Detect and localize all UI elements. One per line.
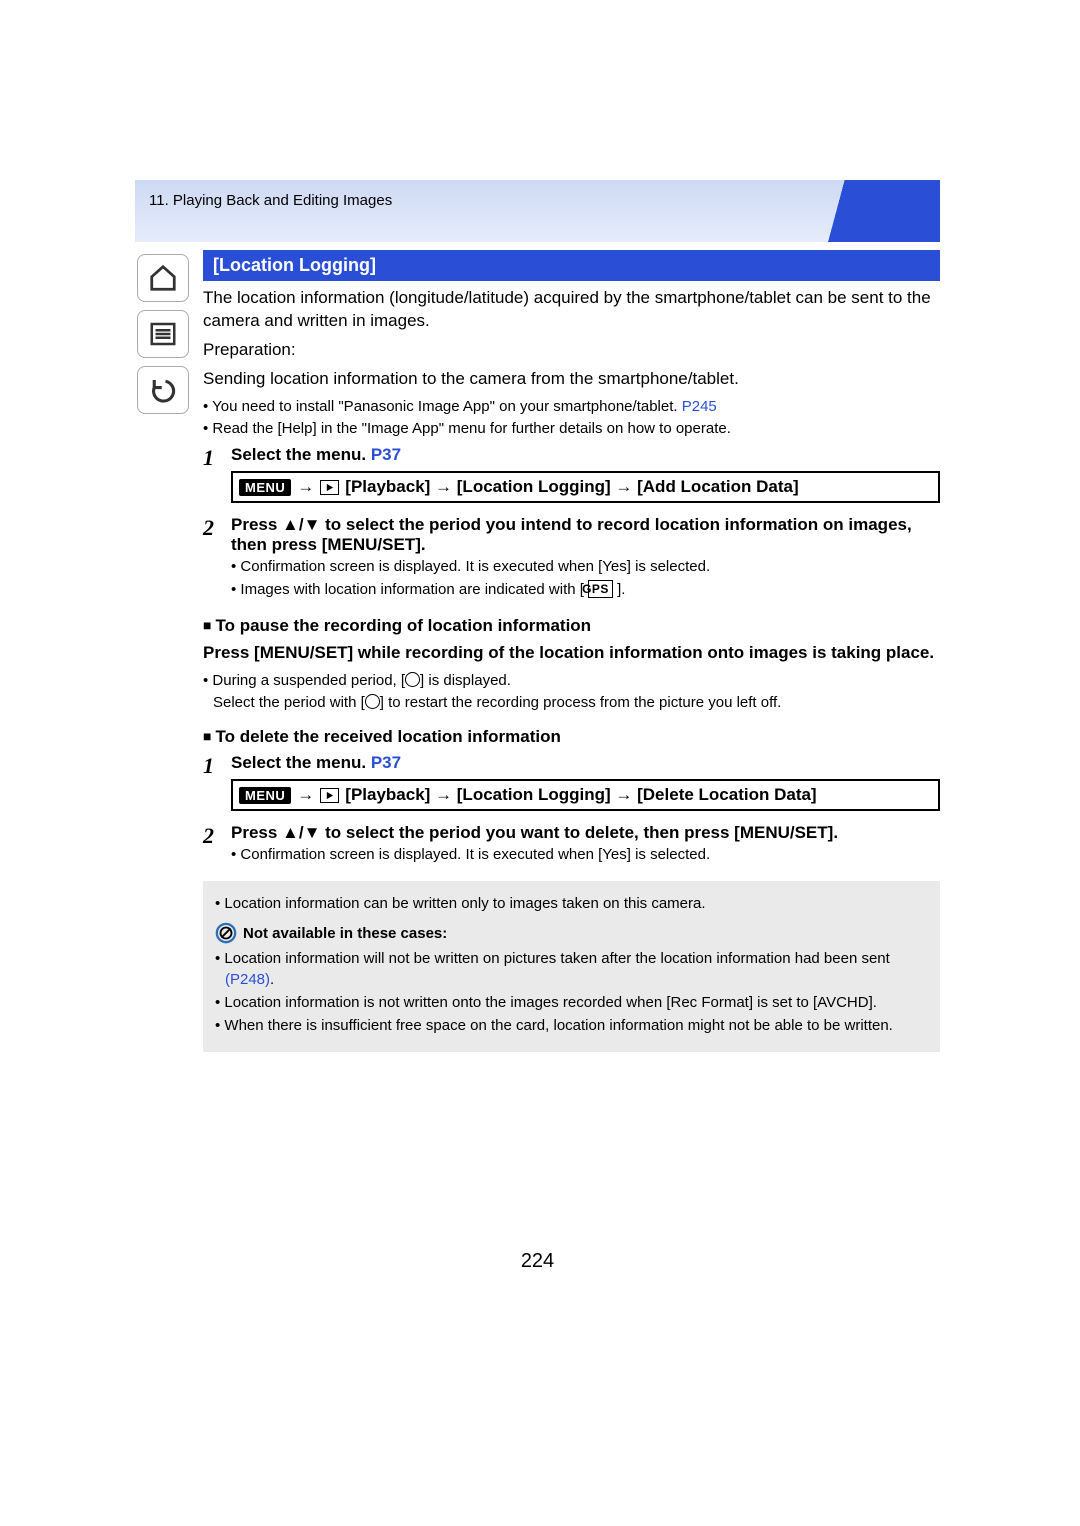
step-sub: • Confirmation screen is displayed. It i… <box>231 845 940 865</box>
note-line: • Location information will not be writt… <box>215 948 928 990</box>
playback-icon <box>320 480 339 495</box>
page-link[interactable]: P37 <box>371 753 401 772</box>
circle-icon <box>405 672 420 687</box>
subsection-heading: ■To pause the recording of location info… <box>203 616 940 636</box>
menu-path-text: [Playback] → [Location Logging] → [Add L… <box>345 477 798 497</box>
menu-badge: MENU <box>239 479 291 496</box>
prep-bullet: • You need to install "Panasonic Image A… <box>203 397 940 417</box>
menu-badge: MENU <box>239 787 291 804</box>
content: [Location Logging] The location informat… <box>203 250 940 1052</box>
section-title: [Location Logging] <box>203 250 940 281</box>
subsection-heading: ■To delete the received location informa… <box>203 727 940 747</box>
step-text: Press ▲/▼ to select the period you want … <box>231 823 940 843</box>
menu-path: MENU → [Playback] → [Location Logging] →… <box>231 471 940 503</box>
note-line: • Location information is not written on… <box>215 992 928 1013</box>
step-text: Press ▲/▼ to select the period you inten… <box>231 515 940 555</box>
playback-icon <box>320 788 339 803</box>
page-link[interactable]: P245 <box>682 398 717 415</box>
prep-bullet: • Read the [Help] in the "Image App" men… <box>203 419 940 439</box>
menu-path: MENU → [Playback] → [Location Logging] →… <box>231 779 940 811</box>
pause-bullet: Select the period with [] to restart the… <box>203 693 940 713</box>
step-text: Select the menu. <box>231 753 371 772</box>
not-available-icon <box>215 922 237 944</box>
arrow-icon: → <box>297 477 314 497</box>
chapter-label: 11. Playing Back and Editing Images <box>149 192 392 209</box>
step: 2 Press ▲/▼ to select the period you wan… <box>203 823 940 867</box>
step: 1 Select the menu. P37 MENU → [Playback]… <box>203 445 940 509</box>
prep-label: Preparation: <box>203 339 940 362</box>
note-line: • Location information can be written on… <box>215 893 928 914</box>
step-number: 2 <box>203 823 231 867</box>
prep-line: Sending location information to the came… <box>203 368 940 391</box>
page-number: 224 <box>135 1250 940 1273</box>
step-sub: • Images with location information are i… <box>231 580 940 600</box>
note-line: • When there is insufficient free space … <box>215 1015 928 1036</box>
chapter-header: 11. Playing Back and Editing Images <box>135 180 940 242</box>
page-link[interactable]: P37 <box>371 445 401 464</box>
step-sub: • Confirmation screen is displayed. It i… <box>231 557 940 577</box>
gps-icon: GPS <box>588 580 613 598</box>
page-link[interactable]: (P248) <box>225 971 270 988</box>
notes-box: • Location information can be written on… <box>203 881 940 1052</box>
page: 11. Playing Back and Editing Images [Loc… <box>135 180 940 1052</box>
step-number: 2 <box>203 515 231 602</box>
not-available-heading: Not available in these cases: <box>215 922 928 944</box>
menu-path-text: [Playback] → [Location Logging] → [Delet… <box>345 785 816 805</box>
pause-bullet: • During a suspended period, [] is displ… <box>203 671 940 691</box>
step: 1 Select the menu. P37 MENU → [Playback]… <box>203 753 940 817</box>
step-number: 1 <box>203 753 231 817</box>
step-number: 1 <box>203 445 231 509</box>
circle-icon <box>365 694 380 709</box>
arrow-icon: → <box>297 785 314 805</box>
pause-body: Press [MENU/SET] while recording of the … <box>203 642 940 665</box>
step-text: Select the menu. <box>231 445 371 464</box>
step: 2 Press ▲/▼ to select the period you int… <box>203 515 940 602</box>
intro-text: The location information (longitude/lati… <box>203 287 940 333</box>
